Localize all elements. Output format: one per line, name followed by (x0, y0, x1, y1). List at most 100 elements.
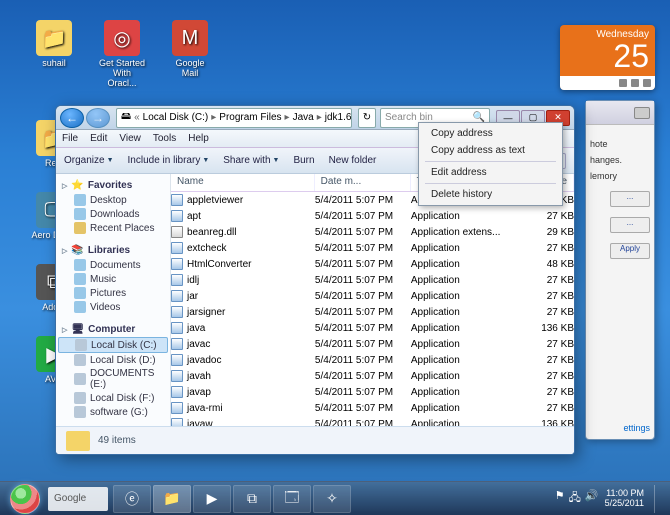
nav-libraries-header[interactable]: 📚 Libraries (58, 243, 168, 258)
file-row[interactable]: javac5/4/2011 5:07 PMApplication27 KB (171, 336, 574, 352)
file-name: jarsigner (187, 307, 225, 318)
ctx-copy-address-text[interactable]: Copy address as text (421, 142, 560, 159)
desktop-icon-gmail[interactable]: MGoogle Mail (166, 20, 214, 88)
nav-recent[interactable]: Recent Places (58, 221, 168, 235)
panel-titlebar[interactable] (586, 101, 654, 125)
file-type: Application (411, 403, 517, 414)
tray-flag-icon[interactable]: ⚑ (555, 489, 565, 508)
apply-button[interactable]: Apply (610, 243, 650, 259)
nav-pane[interactable]: ⭐ Favorites Desktop Downloads Recent Pla… (56, 174, 171, 426)
desktop-icon-suhail[interactable]: 📁suhail (30, 20, 78, 88)
file-name: javaw (187, 419, 213, 427)
breadcrumb[interactable]: Local Disk (C:) (143, 112, 209, 123)
file-name: javap (187, 387, 211, 398)
taskbar-app[interactable]: ⧉ (233, 485, 271, 513)
file-icon (171, 370, 183, 382)
file-row[interactable]: javah5/4/2011 5:07 PMApplication27 KB (171, 368, 574, 384)
folder-icon (66, 431, 90, 451)
file-rows[interactable]: appletviewer5/4/2011 5:07 PMApplication2… (171, 192, 574, 426)
file-row[interactable]: java5/4/2011 5:07 PMApplication136 KB (171, 320, 574, 336)
panel-text: hanges. (590, 155, 650, 165)
desktop-icon-oracle[interactable]: ◎Get Started With Oracl... (98, 20, 146, 88)
ctx-edit-address[interactable]: Edit address (421, 164, 560, 181)
forward-button[interactable]: → (86, 108, 110, 128)
taskbar[interactable]: Google ⓔ 📁 ▶ ⧉ 🗔 ✧ ⚑ 🖧 🔊 11:00 PM 5/25/2… (0, 481, 670, 515)
tray-volume-icon[interactable]: 🔊 (585, 489, 599, 508)
file-row[interactable]: javaw5/4/2011 5:07 PMApplication136 KB (171, 416, 574, 426)
ctx-copy-address[interactable]: Copy address (421, 125, 560, 142)
col-date[interactable]: Date m... (315, 174, 411, 191)
menu-tools[interactable]: Tools (153, 133, 176, 144)
file-row[interactable]: jar5/4/2011 5:07 PMApplication27 KB (171, 288, 574, 304)
background-panel-window[interactable]: hote hanges. lemory ... ... Apply etting… (585, 100, 655, 440)
panel-button[interactable]: ... (610, 217, 650, 233)
taskbar-search[interactable]: Google (48, 487, 108, 511)
ctx-delete-history[interactable]: Delete history (421, 186, 560, 203)
file-size: 27 KB (516, 355, 574, 366)
nav-music[interactable]: Music (58, 272, 168, 286)
file-name: HtmlConverter (187, 259, 251, 270)
taskbar-clock[interactable]: 11:00 PM 5/25/2011 (605, 489, 644, 509)
menu-view[interactable]: View (119, 133, 141, 144)
help-icon[interactable] (634, 107, 650, 119)
share-button[interactable]: Share with▼ (223, 155, 279, 166)
file-date: 5/4/2011 5:07 PM (315, 227, 411, 238)
panel-button[interactable]: ... (610, 191, 650, 207)
refresh-button[interactable]: ↻ (358, 108, 376, 128)
nav-drive-c[interactable]: Local Disk (C:) (58, 337, 168, 353)
system-tray[interactable]: ⚑ 🖧 🔊 11:00 PM 5/25/2011 (555, 485, 664, 513)
tray-icons[interactable]: ⚑ 🖧 🔊 (555, 489, 599, 508)
file-row[interactable]: apt5/4/2011 5:07 PMApplication27 KB (171, 208, 574, 224)
nav-drive-f[interactable]: Local Disk (F:) (58, 391, 168, 405)
address-bar[interactable]: 🖴 « Local Disk (C:)▸ Program Files▸ Java… (116, 108, 352, 128)
nav-pictures[interactable]: Pictures (58, 286, 168, 300)
organize-button[interactable]: Organize▼ (64, 155, 114, 166)
burn-button[interactable]: Burn (293, 155, 314, 166)
file-size: 27 KB (516, 291, 574, 302)
file-row[interactable]: javap5/4/2011 5:07 PMApplication27 KB (171, 384, 574, 400)
menu-edit[interactable]: Edit (90, 133, 107, 144)
file-size: 136 KB (516, 419, 574, 427)
tray-network-icon[interactable]: 🖧 (569, 489, 581, 508)
nav-drive-g[interactable]: software (G:) (58, 405, 168, 419)
nav-documents[interactable]: Documents (58, 258, 168, 272)
nav-computer-header[interactable]: 🖥 Computer (58, 322, 168, 337)
nav-favorites-header[interactable]: ⭐ Favorites (58, 178, 168, 193)
nav-desktop[interactable]: Desktop (58, 193, 168, 207)
col-name[interactable]: Name (171, 174, 315, 191)
include-library-button[interactable]: Include in library▼ (128, 155, 210, 166)
file-name: java (187, 323, 205, 334)
nav-downloads[interactable]: Downloads (58, 207, 168, 221)
file-row[interactable]: idlj5/4/2011 5:07 PMApplication27 KB (171, 272, 574, 288)
file-row[interactable]: javadoc5/4/2011 5:07 PMApplication27 KB (171, 352, 574, 368)
breadcrumb[interactable]: Program Files (219, 112, 281, 123)
file-row[interactable]: java-rmi5/4/2011 5:07 PMApplication27 KB (171, 400, 574, 416)
breadcrumb[interactable]: Java (293, 112, 314, 123)
breadcrumb[interactable]: jdk1.6.0_20 (325, 112, 352, 123)
taskbar-app[interactable]: ✧ (313, 485, 351, 513)
nav-drive-e[interactable]: DOCUMENTS (E:) (58, 367, 168, 391)
settings-link[interactable]: ettings (623, 423, 650, 433)
file-row[interactable]: HtmlConverter5/4/2011 5:07 PMApplication… (171, 256, 574, 272)
file-row[interactable]: jarsigner5/4/2011 5:07 PMApplication27 K… (171, 304, 574, 320)
nav-drive-d[interactable]: Local Disk (D:) (58, 353, 168, 367)
menu-file[interactable]: File (62, 133, 78, 144)
back-button[interactable]: ← (60, 108, 84, 128)
new-folder-button[interactable]: New folder (329, 155, 377, 166)
taskbar-ie[interactable]: ⓔ (113, 485, 151, 513)
menu-help[interactable]: Help (188, 133, 209, 144)
taskbar-media[interactable]: ▶ (193, 485, 231, 513)
file-row[interactable]: beanreg.dll5/4/2011 5:07 PMApplication e… (171, 224, 574, 240)
taskbar-app[interactable]: 🗔 (273, 485, 311, 513)
file-icon (171, 210, 183, 222)
ctx-separator (425, 161, 556, 162)
start-button[interactable] (6, 484, 44, 514)
desktop-icon-label: suhail (42, 58, 66, 68)
file-date: 5/4/2011 5:07 PM (315, 323, 411, 334)
show-desktop-button[interactable] (654, 485, 664, 513)
file-type: Application (411, 371, 517, 382)
calendar-gadget[interactable]: Wednesday 25 (560, 25, 655, 90)
file-row[interactable]: extcheck5/4/2011 5:07 PMApplication27 KB (171, 240, 574, 256)
nav-videos[interactable]: Videos (58, 300, 168, 314)
taskbar-explorer[interactable]: 📁 (153, 485, 191, 513)
